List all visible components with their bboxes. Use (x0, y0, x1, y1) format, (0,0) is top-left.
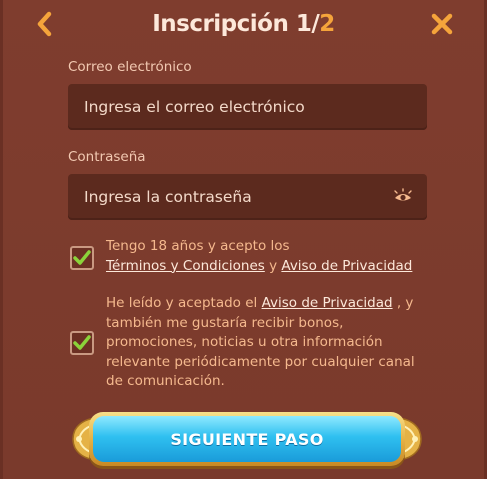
page-title: Inscripción 1/2 (152, 11, 335, 37)
next-step-button-border: SIGUIENTE PASO (89, 412, 405, 466)
email-label: Correo electrónico (68, 59, 192, 75)
age-terms-statement: Tengo 18 años y acepto los (106, 238, 290, 254)
check-icon (73, 250, 91, 265)
next-step-button[interactable]: SIGUIENTE PASO (93, 416, 401, 462)
back-chevron-icon[interactable] (33, 9, 57, 39)
password-field[interactable]: Ingresa la contraseña (68, 174, 427, 220)
eye-icon[interactable] (393, 188, 413, 206)
close-icon[interactable] (428, 9, 456, 39)
title-step-total: 2 (319, 11, 335, 37)
email-field[interactable]: Ingresa el correo electrónico (68, 84, 427, 130)
check-icon (73, 335, 91, 350)
age-terms-text: Tengo 18 años y acepto los Términos y Co… (106, 237, 426, 276)
terms-link[interactable]: Términos y Condiciones (106, 258, 265, 274)
marketing-consent-text: He leído y aceptado el Aviso de Privacid… (106, 294, 424, 392)
signup-panel: Inscripción 1/2 Correo electrónico Ingre… (0, 0, 487, 479)
password-placeholder: Ingresa la contraseña (84, 188, 252, 206)
age-terms-checkbox[interactable] (70, 246, 94, 270)
header: Inscripción 1/2 (3, 0, 484, 48)
privacy-link[interactable]: Aviso de Privacidad (281, 258, 412, 274)
consent-prefix: He leído y aceptado el (106, 295, 262, 311)
next-step-label: SIGUIENTE PASO (170, 429, 324, 449)
next-step-button-frame: SIGUIENTE PASO (69, 408, 425, 470)
password-label: Contraseña (68, 149, 146, 165)
email-placeholder: Ingresa el correo electrónico (84, 98, 305, 116)
title-text: Inscripción 1/ (152, 11, 320, 37)
privacy-link-2[interactable]: Aviso de Privacidad (262, 295, 393, 311)
marketing-consent-checkbox[interactable] (70, 331, 94, 355)
conjunction-text: y (264, 257, 282, 274)
